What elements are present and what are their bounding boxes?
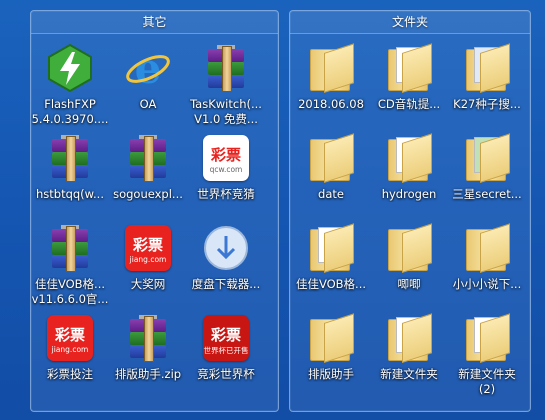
desktop-item-dupan[interactable]: 度盘下载器... (187, 223, 265, 292)
desktop-item-taskwitch[interactable]: TasKwitch(... V1.0 免费... (187, 43, 265, 127)
desktop-item-folder-hydrogen[interactable]: hydrogen (370, 133, 448, 202)
item-label: 大奖网 (130, 277, 166, 291)
desktop-item-folder-new-2[interactable]: 新建文件夹 (2) (448, 313, 526, 397)
desktop-item-folder-new[interactable]: 新建文件夹 (370, 313, 448, 382)
item-label: TasKwitch(... (190, 97, 262, 111)
folder-icon (462, 43, 512, 93)
item-label: 排版助手.zip (114, 367, 182, 381)
item-label: 世界杯竞猜 (197, 187, 255, 201)
download-icon (201, 223, 251, 273)
item-label: date (318, 187, 344, 201)
desktop-item-oa[interactable]: e OA (109, 43, 187, 112)
item-label: 新建文件夹 (380, 367, 438, 381)
desktop-item-dajiang[interactable]: 彩票 jiang.com 大奖网 (109, 223, 187, 292)
item-label: FlashFXP (44, 97, 96, 111)
item-label: 2018.06.08 (298, 97, 364, 111)
desktop-item-caipiao-touzhu[interactable]: 彩票 jiang.com 彩票投注 (31, 313, 109, 382)
desktop-item-folder-paiban[interactable]: 排版助手 (292, 313, 370, 382)
flashfxp-icon (45, 43, 95, 93)
desktop-item-folder-2018[interactable]: 2018.06.08 (292, 43, 370, 112)
item-label: CD音轨提... (377, 97, 441, 111)
desktop-item-flashfxp[interactable]: FlashFXP 5.4.0.3970.... (31, 43, 109, 127)
item-label-2: (2) (478, 382, 496, 396)
desktop-item-folder-jiji[interactable]: 唧唧 (370, 223, 448, 292)
fence-title: 其它 (31, 11, 278, 34)
desktop-item-jingcai-worldcup[interactable]: 彩票 世界杯已开售 竞彩世界杯 (187, 313, 265, 382)
folder-icon (384, 223, 434, 273)
item-label: 排版助手 (308, 367, 354, 381)
winrar-icon (45, 223, 95, 273)
folder-icon (462, 133, 512, 183)
item-label: sogouexpl... (113, 187, 183, 201)
winrar-icon (123, 133, 173, 183)
folder-icon (384, 313, 434, 363)
folder-icon (384, 43, 434, 93)
item-label: OA (139, 97, 157, 111)
desktop-item-folder-cd[interactable]: CD音轨提... (370, 43, 448, 112)
item-label: 佳佳VOB格... (34, 277, 106, 291)
desktop-item-folder-xiaoshuo[interactable]: 小小小说下... (448, 223, 526, 292)
folder-icon (306, 223, 356, 273)
caipiao-red-icon: 彩票 jiang.com (45, 313, 95, 363)
desktop-item-folder-k27[interactable]: K27种子搜... (448, 43, 526, 112)
folder-icon (306, 313, 356, 363)
svg-text:e: e (135, 44, 162, 93)
desktop-item-hstbtqq[interactable]: hstbtqq(w... (31, 133, 109, 202)
ie-icon: e (123, 43, 173, 93)
item-label-2: V1.0 免费... (194, 112, 258, 126)
winrar-icon (201, 43, 251, 93)
item-label: 三星secret... (452, 187, 522, 201)
item-label: 小小小说下... (452, 277, 522, 291)
winrar-icon (123, 313, 173, 363)
item-label: 新建文件夹 (458, 367, 516, 381)
desktop-item-paiban-zip[interactable]: 排版助手.zip (109, 313, 187, 382)
fence-folders[interactable]: 文件夹 2018.06.08 CD音轨提... K27种子搜... date h… (289, 10, 531, 412)
folder-icon (306, 133, 356, 183)
desktop-item-jiajia-vob[interactable]: 佳佳VOB格... v11.6.6.0官... (31, 223, 109, 307)
item-label-2: v11.6.6.0官... (31, 292, 109, 306)
item-label: K27种子搜... (453, 97, 521, 111)
item-label: 唧唧 (397, 277, 421, 291)
desktop-item-folder-date[interactable]: date (292, 133, 370, 202)
desktop-item-world-cup-quiz[interactable]: 彩票 qcw.com 世界杯竞猜 (187, 133, 265, 202)
fence-title: 文件夹 (290, 11, 530, 34)
item-label-2: 5.4.0.3970.... (31, 112, 109, 126)
folder-icon (306, 43, 356, 93)
item-label: 佳佳VOB格... (295, 277, 367, 291)
fence-other[interactable]: 其它 FlashFXP 5.4.0.3970.... e OA TasKwitch… (30, 10, 279, 412)
caipiao-red-icon: 彩票 jiang.com (123, 223, 173, 273)
desktop-item-sogouexpl[interactable]: sogouexpl... (109, 133, 187, 202)
item-label: 度盘下载器... (191, 277, 261, 291)
item-label: 彩票投注 (47, 367, 93, 381)
item-label: 竞彩世界杯 (197, 367, 255, 381)
folder-icon (462, 313, 512, 363)
desktop-item-folder-samsung[interactable]: 三星secret... (448, 133, 526, 202)
caipiao-red-icon: 彩票 世界杯已开售 (201, 313, 251, 363)
desktop-item-folder-jiajia[interactable]: 佳佳VOB格... (292, 223, 370, 292)
caipiao-icon: 彩票 qcw.com (201, 133, 251, 183)
folder-icon (384, 133, 434, 183)
item-label: hydrogen (381, 187, 437, 201)
winrar-icon (45, 133, 95, 183)
folder-icon (462, 223, 512, 273)
item-label: hstbtqq(w... (35, 187, 104, 201)
